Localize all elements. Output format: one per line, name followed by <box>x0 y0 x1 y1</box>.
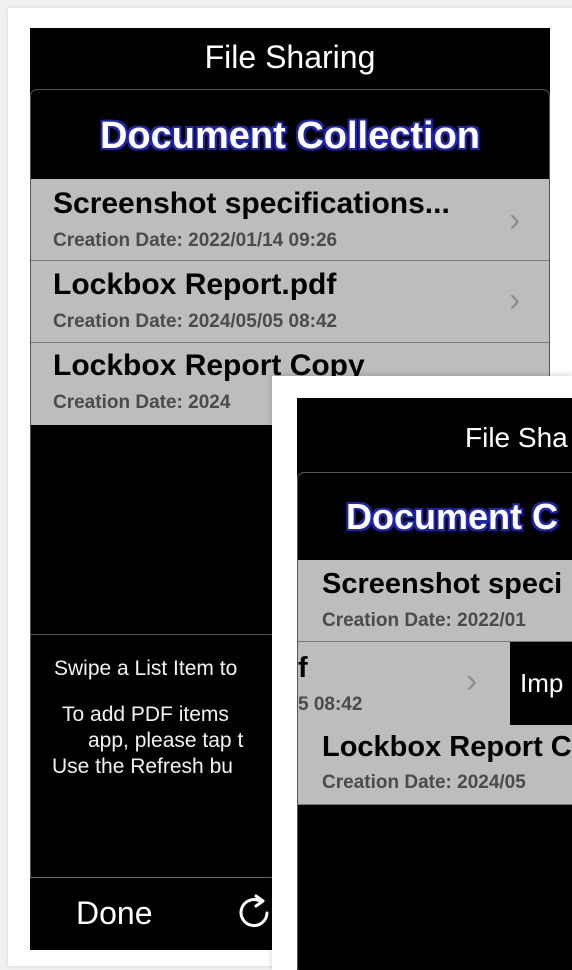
list-item-swiped[interactable]: f 5 08:42 › Imp <box>298 642 572 725</box>
chevron-right-icon: › <box>509 281 521 319</box>
chevron-right-icon: › <box>509 201 521 239</box>
item-date: Creation Date: 2024/05 <box>322 772 526 793</box>
nav-title: File Sha <box>465 422 568 453</box>
document-panel: Document C Screenshot speci Creation Dat… <box>297 472 572 970</box>
chevron-right-icon: › <box>466 662 478 700</box>
list-item[interactable]: Screenshot specifications... Creation Da… <box>31 179 549 261</box>
list-item[interactable]: Lockbox Report C Creation Date: 2024/05 <box>298 725 572 805</box>
front-screen: File Sha Document C Screenshot speci Cre… <box>297 398 572 970</box>
import-action-button[interactable]: Imp <box>510 642 572 725</box>
list-item[interactable]: Lockbox Report.pdf Creation Date: 2024/0… <box>31 261 549 343</box>
item-date: Creation Date: 2022/01/14 09:26 <box>53 230 338 251</box>
item-title: Screenshot speci <box>322 568 563 600</box>
item-date: 5 08:42 <box>298 694 363 715</box>
item-date: Creation Date: 2024 <box>53 392 231 413</box>
nav-title: File Sharing <box>204 39 376 75</box>
done-button[interactable]: Done <box>76 896 153 930</box>
list-item[interactable]: Screenshot speci Creation Date: 2022/01 <box>298 560 572 642</box>
item-title: Lockbox Report C <box>322 731 572 763</box>
item-title: f <box>298 652 308 684</box>
collection-title: Document Collection <box>99 115 481 157</box>
screenshot-canvas: File Sharing Document Collection Screens… <box>0 0 572 970</box>
collection-title: Document C <box>346 496 559 537</box>
swiped-item-content[interactable]: f 5 08:42 › <box>298 642 510 725</box>
item-title: Screenshot specifications... <box>53 187 450 220</box>
item-date: Creation Date: 2024/05/05 08:42 <box>53 311 338 332</box>
item-title: Lockbox Report.pdf <box>53 268 337 301</box>
document-list: Screenshot speci Creation Date: 2022/01 … <box>298 560 572 805</box>
item-date: Creation Date: 2022/01 <box>322 610 526 631</box>
